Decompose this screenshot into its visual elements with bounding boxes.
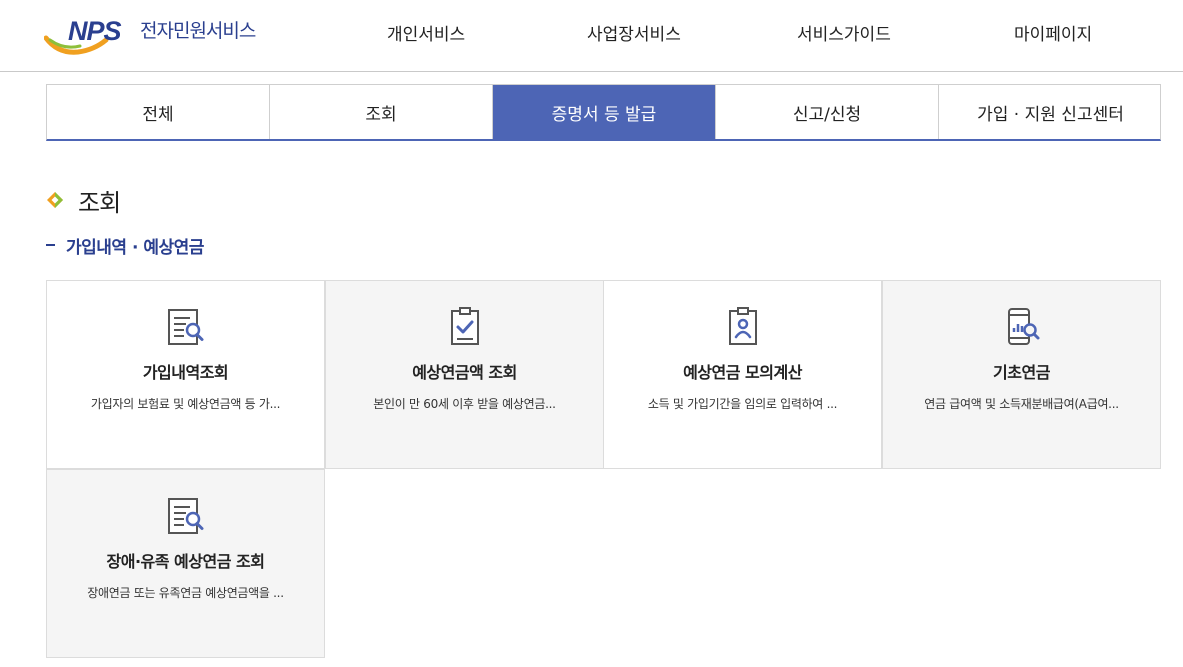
site-title: 전자민원서비스 <box>140 20 256 42</box>
tab-all[interactable]: 전체 <box>47 85 270 139</box>
diamond-bullet-icon <box>46 191 64 209</box>
card-title: 장애·유족 예상연금 조회 <box>106 552 265 571</box>
card-expected-pension-inquiry[interactable]: 예상연금액 조회 본인이 만 60세 이후 받을 예상연금... <box>325 280 604 469</box>
nav-personal-service[interactable]: 개인서비스 <box>387 20 465 45</box>
subsection-title: 가입내역 · 예상연금 <box>66 237 204 258</box>
tab-join-support-center[interactable]: 가입 · 지원 신고센터 <box>939 85 1162 139</box>
card-title: 예상연금액 조회 <box>412 363 517 382</box>
section-title: 조회 <box>78 188 121 217</box>
nav-business-service[interactable]: 사업장서비스 <box>587 20 681 45</box>
card-enrollment-history[interactable]: 가입내역조회 가입자의 보험료 및 예상연금액 등 가... <box>46 280 325 469</box>
tab-certificate-issue[interactable]: 증명서 등 발급 <box>493 85 716 139</box>
card-title: 예상연금 모의계산 <box>683 363 802 382</box>
nps-logo[interactable]: NPS 전자민원서비스 <box>44 10 284 58</box>
section-heading: 조회 <box>46 183 121 217</box>
person-card-icon <box>728 307 757 345</box>
card-title: 기초연금 <box>993 363 1050 382</box>
document-search-icon <box>167 309 203 345</box>
nav-service-guide[interactable]: 서비스가이드 <box>797 20 891 45</box>
dash-bullet-icon <box>46 244 55 246</box>
mobile-chart-search-icon <box>1007 308 1039 345</box>
subsection-heading: 가입내역 · 예상연금 <box>46 232 204 258</box>
card-description: 본인이 만 60세 이후 받을 예상연금... <box>373 397 556 411</box>
logo-nps-text: NPS <box>68 16 122 46</box>
card-title: 가입내역조회 <box>142 363 229 382</box>
tab-report-apply[interactable]: 신고/신청 <box>716 85 939 139</box>
nav-mypage[interactable]: 마이페이지 <box>1014 20 1092 45</box>
document-search-icon <box>167 498 203 534</box>
category-tabs: 전체 조회 증명서 등 발급 신고/신청 가입 · 지원 신고센터 <box>46 84 1161 141</box>
card-basic-pension[interactable]: 기초연금 연금 급여액 및 소득재분배급여(A급여... <box>882 280 1161 469</box>
card-description: 소득 및 가입기간을 임의로 입력하여 ... <box>647 397 838 411</box>
card-description: 장애연금 또는 유족연금 예상연금액을 ... <box>87 586 284 600</box>
tab-inquiry[interactable]: 조회 <box>270 85 493 139</box>
card-pension-simulation[interactable]: 예상연금 모의계산 소득 및 가입기간을 임의로 입력하여 ... <box>603 280 882 469</box>
card-description: 가입자의 보험료 및 예상연금액 등 가... <box>90 397 281 411</box>
card-description: 연금 급여액 및 소득재분배급여(A급여... <box>924 397 1119 411</box>
site-header: NPS 전자민원서비스 개인서비스 사업장서비스 서비스가이드 마이페이지 <box>0 0 1183 72</box>
card-disability-survivor-pension[interactable]: 장애·유족 예상연금 조회 장애연금 또는 유족연금 예상연금액을 ... <box>46 469 325 658</box>
clipboard-check-icon <box>450 307 479 345</box>
